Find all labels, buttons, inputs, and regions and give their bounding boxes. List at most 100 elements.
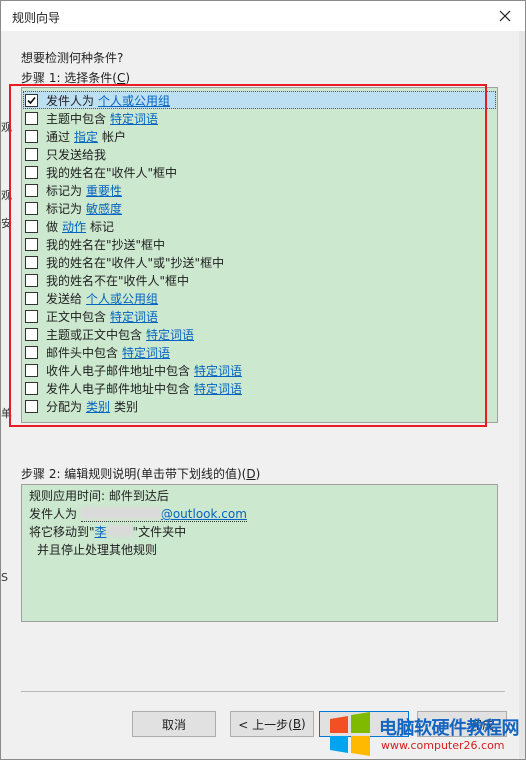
condition-row[interactable]: 正文中包含 特定词语 <box>23 307 496 325</box>
background-fragment: 安 <box>1 217 12 230</box>
condition-checkbox[interactable] <box>25 363 38 377</box>
condition-checkbox[interactable] <box>25 147 38 161</box>
condition-row[interactable]: 邮件头中包含 特定词语 <box>23 343 496 361</box>
condition-link[interactable]: 个人或公用组 <box>86 290 158 307</box>
condition-link[interactable]: 类别 <box>86 398 110 415</box>
condition-suffix: 类别 <box>114 399 139 414</box>
background-scrollbar <box>519 31 525 759</box>
condition-row[interactable]: 我的姓名在"抄送"框中 <box>23 235 496 253</box>
background-fragment: 观 <box>1 189 12 202</box>
cancel-button[interactable]: 取消 <box>132 711 216 737</box>
condition-text: 分配为 <box>46 399 83 414</box>
condition-text: 我的姓名在"收件人"或"抄送"框中 <box>46 255 225 270</box>
back-accelerator: B <box>292 717 302 731</box>
condition-text: 发件人为 <box>46 93 95 108</box>
condition-text: 通过 <box>46 129 71 144</box>
rule-description-box: 规则应用时间: 邮件到达后 发件人为 @outlook.com 将它移动到"李 "… <box>21 484 498 622</box>
condition-link[interactable]: 敏感度 <box>86 200 122 217</box>
condition-row[interactable]: 发送给 个人或公用组 <box>23 289 496 307</box>
condition-row[interactable]: 标记为 敏感度 <box>23 199 496 217</box>
back-close: ) <box>301 717 306 731</box>
condition-row[interactable]: 标记为 重要性 <box>23 181 496 199</box>
condition-link[interactable]: 特定词语 <box>110 110 158 127</box>
condition-checkbox[interactable] <box>25 273 38 287</box>
condition-row[interactable]: 通过 指定 帐户 <box>23 127 496 145</box>
condition-row[interactable]: 主题或正文中包含 特定词语 <box>23 325 496 343</box>
condition-row[interactable]: 我的姓名在"收件人"框中 <box>23 163 496 181</box>
condition-link[interactable]: 特定词语 <box>122 344 170 361</box>
condition-link[interactable]: 特定词语 <box>194 362 242 379</box>
condition-checkbox[interactable] <box>25 255 38 269</box>
conditions-list[interactable]: 发件人为 个人或公用组 主题中包含 特定词语 通过 指定 帐户 只发送给我 我的姓名在"收件人"… <box>21 87 498 423</box>
condition-text: 标记为 <box>46 201 83 216</box>
condition-suffix: 帐户 <box>102 129 127 144</box>
step2-text: 步骤 2: 编辑规则说明(单击带下划线的值)( <box>21 467 247 481</box>
step1-close: ) <box>125 71 131 85</box>
description-line-move: 将它移动到"李 "文件夹中 <box>29 523 186 541</box>
condition-checkbox[interactable] <box>25 345 38 359</box>
condition-link[interactable]: 指定 <box>74 128 98 145</box>
condition-checkbox[interactable] <box>25 381 38 395</box>
condition-link[interactable]: 动作 <box>62 218 86 235</box>
condition-row[interactable]: 主题中包含 特定词语 <box>23 109 496 127</box>
condition-checkbox[interactable] <box>25 93 38 107</box>
condition-checkbox[interactable] <box>25 165 38 179</box>
condition-link[interactable]: 重要性 <box>86 182 122 199</box>
back-button[interactable]: < 上一步(B) <box>230 711 314 737</box>
background-fragment: S <box>1 571 8 584</box>
condition-row[interactable]: 只发送给我 <box>23 145 496 163</box>
step1-text: 步骤 1: 选择条件( <box>21 71 117 85</box>
move-prefix: 将它移动到" <box>29 525 95 539</box>
condition-checkbox[interactable] <box>25 219 38 233</box>
description-line-stop: 并且停止处理其他规则 <box>37 543 158 557</box>
step2-accelerator: D <box>246 467 256 481</box>
check-icon <box>27 96 36 104</box>
condition-text: 我的姓名不在"收件人"框中 <box>46 273 190 288</box>
condition-checkbox[interactable] <box>25 111 38 125</box>
sender-email-link[interactable]: @outlook.com <box>80 507 247 522</box>
condition-text: 发件人电子邮件地址中包含 <box>46 381 191 396</box>
condition-link[interactable]: 个人或公用组 <box>98 92 170 109</box>
condition-row[interactable]: 分配为 类别 类别 <box>23 397 496 415</box>
background-fragment: 单 <box>1 407 12 420</box>
folder-link[interactable]: 李 <box>95 525 107 539</box>
close-button[interactable] <box>485 1 525 31</box>
condition-link[interactable]: 特定词语 <box>194 380 242 397</box>
watermark-site-name: 电脑软硬件教程网 <box>379 718 520 739</box>
condition-checkbox[interactable] <box>25 201 38 215</box>
windows-logo-icon <box>330 712 370 756</box>
condition-text: 主题或正文中包含 <box>46 327 143 342</box>
condition-checkbox[interactable] <box>25 291 38 305</box>
step2-label: 步骤 2: 编辑规则说明(单击带下划线的值)(D) <box>21 465 260 482</box>
back-label: < 上一步( <box>238 717 293 732</box>
condition-row[interactable]: 我的姓名不在"收件人"框中 <box>23 271 496 289</box>
condition-checkbox[interactable] <box>25 183 38 197</box>
condition-text: 做 <box>46 219 59 234</box>
condition-checkbox[interactable] <box>25 237 38 251</box>
condition-text: 我的姓名在"收件人"框中 <box>46 165 178 180</box>
condition-text: 收件人电子邮件地址中包含 <box>46 363 191 378</box>
background-fragment: 观 <box>1 121 12 134</box>
condition-text: 正文中包含 <box>46 309 107 324</box>
title-bar: 规则向导 <box>1 1 525 31</box>
condition-checkbox[interactable] <box>25 129 38 143</box>
move-suffix: "文件夹中 <box>132 525 187 539</box>
condition-row[interactable]: 发件人电子邮件地址中包含 特定词语 <box>23 379 496 397</box>
redacted-folder-name <box>106 525 133 537</box>
condition-checkbox[interactable] <box>25 309 38 323</box>
condition-row[interactable]: 做动作 标记 <box>23 217 496 235</box>
condition-checkbox[interactable] <box>25 327 38 341</box>
condition-row[interactable]: 发件人为 个人或公用组 <box>23 91 496 109</box>
watermark-url: www.computer26.com <box>381 739 505 752</box>
condition-link[interactable]: 特定词语 <box>110 308 158 325</box>
condition-text: 邮件头中包含 <box>46 345 119 360</box>
question-label: 想要检测何种条件? <box>21 51 124 65</box>
condition-suffix: 标记 <box>90 219 115 234</box>
condition-checkbox[interactable] <box>25 399 38 413</box>
rules-wizard-dialog: 规则向导 观 观 安 单 S 想要检测何种条件? 步骤 1: 选择条件(C) 发… <box>0 0 526 760</box>
condition-link[interactable]: 特定词语 <box>146 326 194 343</box>
step2-close: ) <box>255 467 261 481</box>
condition-row[interactable]: 收件人电子邮件地址中包含 特定词语 <box>23 361 496 379</box>
condition-row[interactable]: 我的姓名在"收件人"或"抄送"框中 <box>23 253 496 271</box>
sender-email-domain: @outlook.com <box>160 507 247 521</box>
